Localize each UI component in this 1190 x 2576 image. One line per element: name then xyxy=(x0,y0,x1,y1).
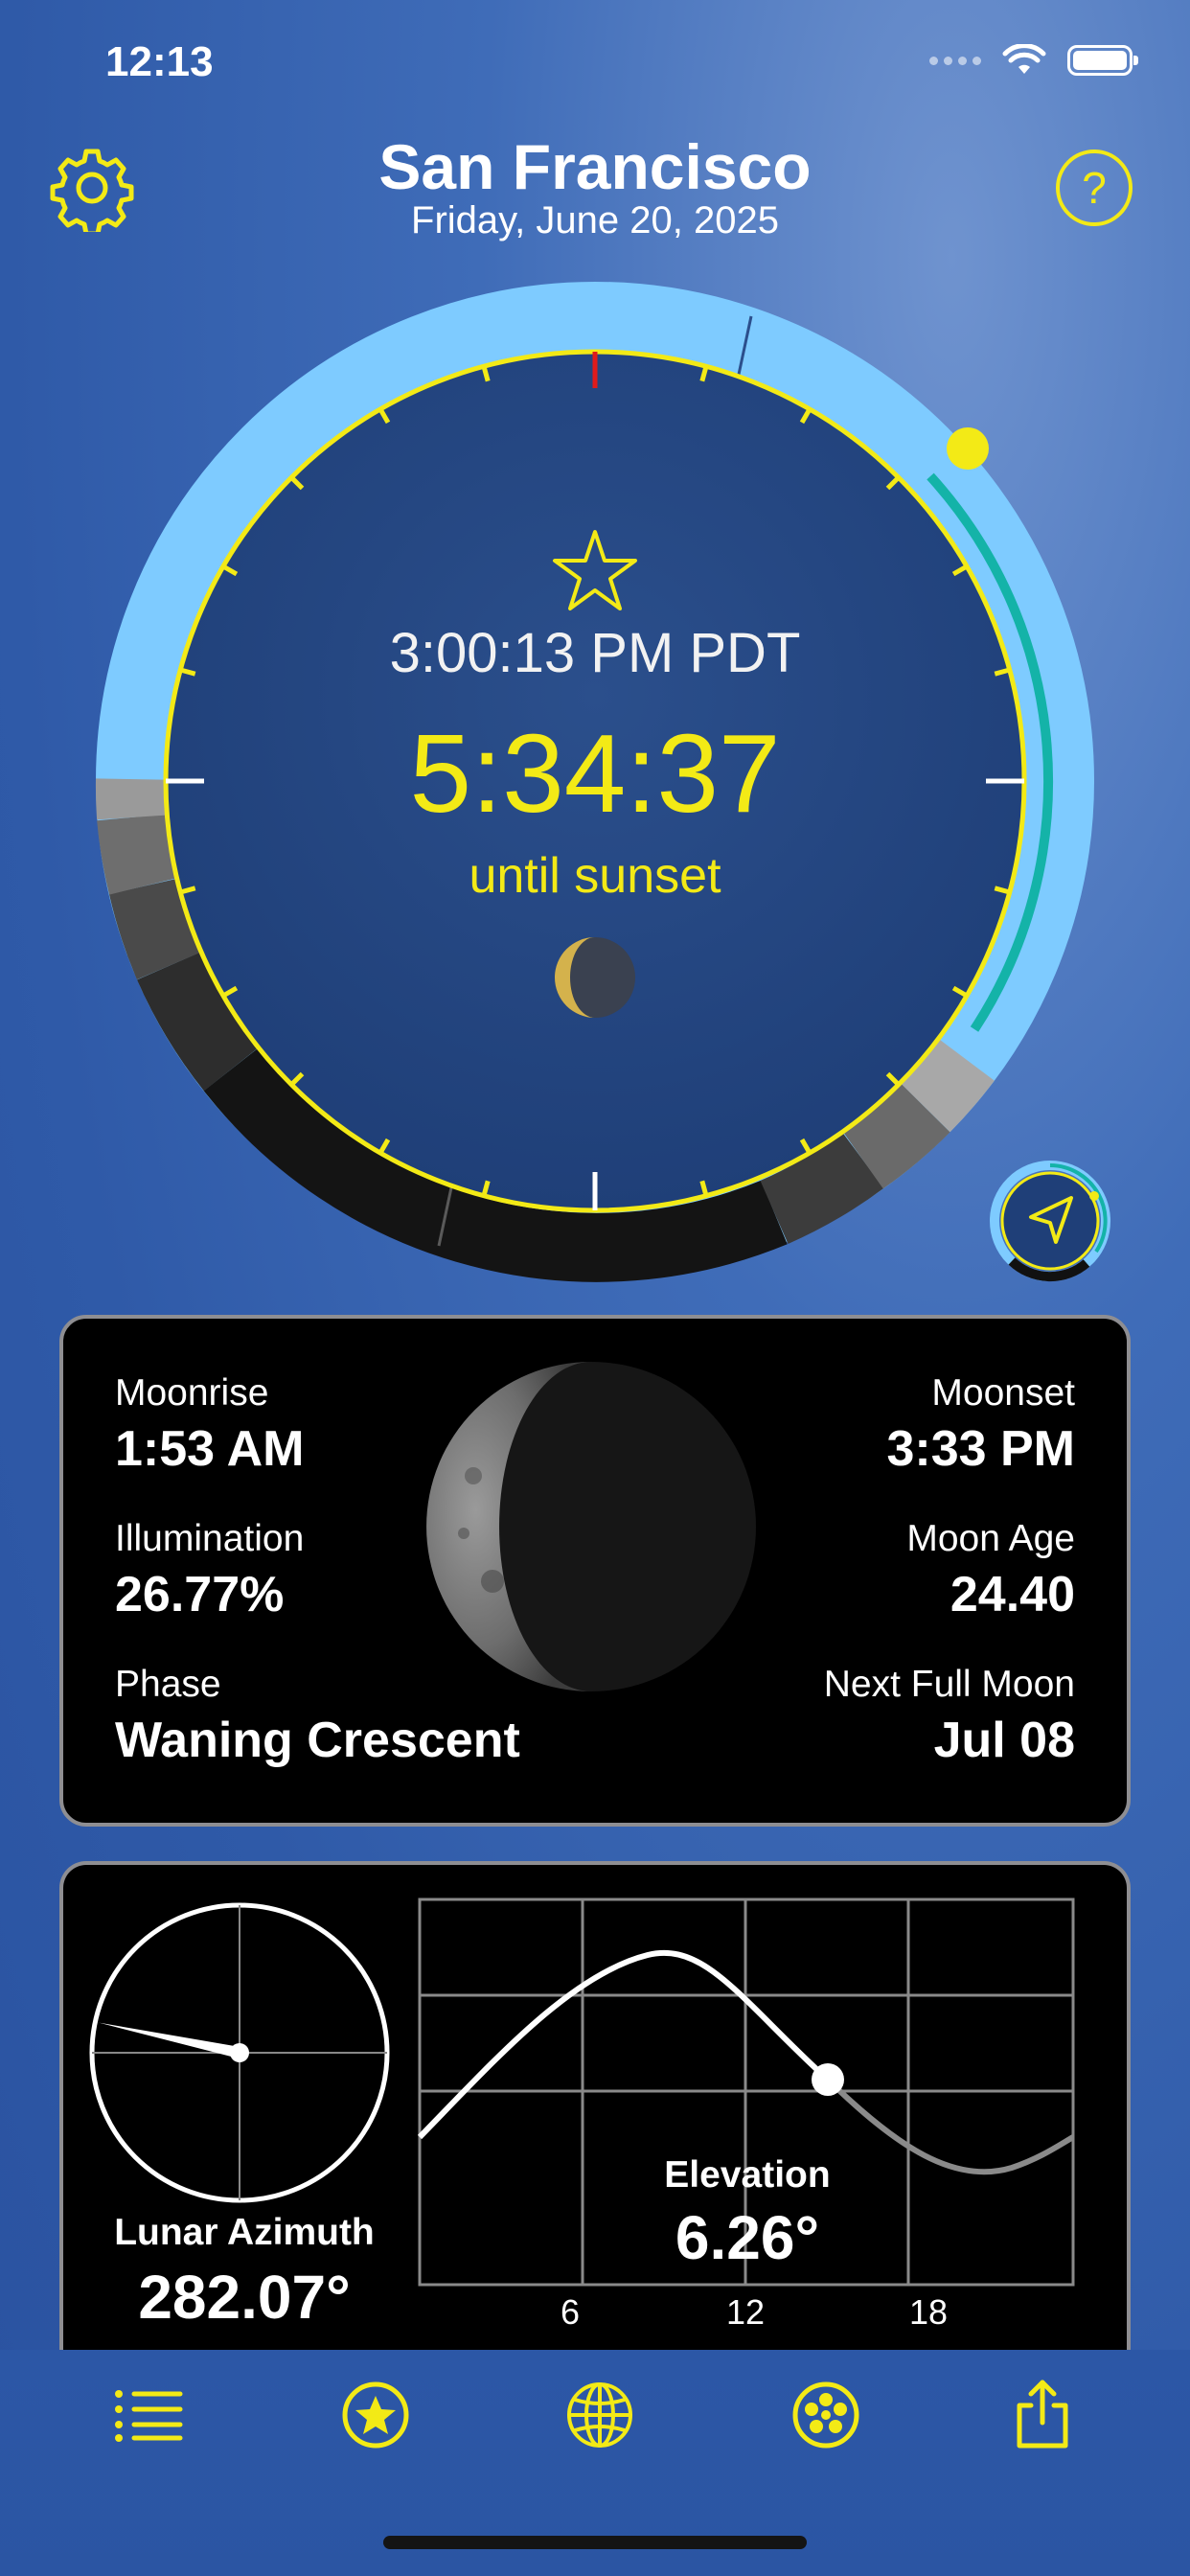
x-tick-label: 12 xyxy=(725,2292,766,2332)
share-icon[interactable] xyxy=(1004,2377,1081,2453)
phase-label: Phase xyxy=(115,1664,221,1705)
next-full-moon-label: Next Full Moon xyxy=(823,1664,1075,1705)
date-subtitle: Friday, June 20, 2025 xyxy=(411,199,779,242)
moonset-value: 3:33 PM xyxy=(886,1421,1075,1477)
azimuth-label: Lunar Azimuth xyxy=(114,2212,375,2253)
moonset-label: Moonset xyxy=(931,1372,1075,1414)
phase-value: Waning Crescent xyxy=(115,1713,520,1768)
sunset-countdown: 5:34:37 xyxy=(409,711,781,836)
star-icon[interactable] xyxy=(337,2377,414,2453)
azimuth-pivot xyxy=(230,2043,249,2062)
illumination-value: 26.77% xyxy=(115,1567,285,1622)
cellular-signal-icon xyxy=(929,56,981,65)
help-icon[interactable]: ? xyxy=(1054,148,1134,228)
elevation-value: 6.26° xyxy=(675,2203,820,2272)
moon-phases-icon[interactable] xyxy=(788,2377,864,2453)
status-time: 12:13 xyxy=(105,38,214,85)
svg-text:?: ? xyxy=(1082,163,1107,213)
moon-phase-mini-icon xyxy=(555,937,635,1018)
city-title: San Francisco xyxy=(378,131,812,202)
x-tick-label: 18 xyxy=(908,2292,949,2332)
location-compass-button[interactable] xyxy=(987,1158,1113,1284)
x-tick-label: 6 xyxy=(560,2292,581,2332)
status-indicators xyxy=(929,44,1138,77)
illumination-label: Illumination xyxy=(115,1518,305,1559)
settings-gear-icon[interactable] xyxy=(48,144,136,232)
moonrise-label: Moonrise xyxy=(115,1372,269,1414)
moonrise-value: 1:53 AM xyxy=(115,1421,305,1477)
globe-icon[interactable] xyxy=(561,2377,638,2453)
moon-phase-image xyxy=(426,1362,756,1691)
current-time: 3:00:13 PM PDT xyxy=(389,622,801,684)
moon-age-label: Moon Age xyxy=(906,1518,1075,1559)
next-full-moon-value: Jul 08 xyxy=(933,1713,1075,1768)
moon-age-value: 24.40 xyxy=(950,1567,1075,1622)
wifi-icon xyxy=(1002,44,1046,74)
sun-position-marker xyxy=(947,427,989,470)
countdown-caption: until sunset xyxy=(469,848,721,904)
azimuth-value: 282.07° xyxy=(138,2263,351,2332)
lunar-azimuth-dial xyxy=(89,1902,390,2203)
elevation-label: Elevation xyxy=(664,2154,831,2196)
home-indicator xyxy=(383,2536,807,2549)
list-icon[interactable] xyxy=(111,2377,188,2453)
elevation-curve-past xyxy=(418,1949,831,2140)
battery-icon xyxy=(1067,45,1138,76)
current-elevation-marker xyxy=(812,2063,844,2096)
